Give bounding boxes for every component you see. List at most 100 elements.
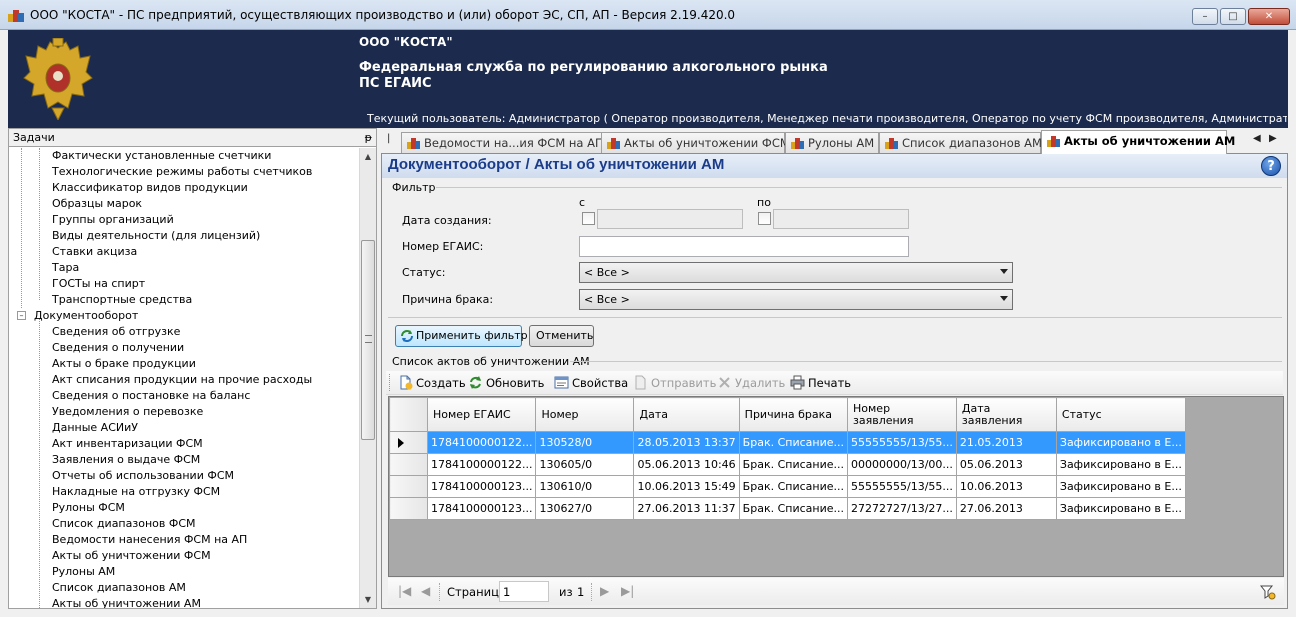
tab-prev-icon[interactable]: ◀ <box>1253 133 1261 144</box>
reason-select[interactable]: < Все > <box>579 289 1013 310</box>
table-row[interactable]: 1784100000123... 130610/0 10.06.2013 15:49… <box>389 475 1186 498</box>
refresh-button[interactable]: Обновить <box>468 375 544 391</box>
tab-next-icon[interactable]: ▶ <box>1269 133 1277 144</box>
column-header[interactable]: Дата <box>633 397 740 432</box>
date-to-checkbox[interactable] <box>758 212 771 225</box>
properties-button[interactable]: Свойства <box>554 375 628 391</box>
tree-item[interactable]: Отчеты об использовании ФСМ <box>52 468 234 484</box>
column-header[interactable]: Дата заявления <box>955 397 1057 432</box>
table-row[interactable]: 1784100000122... 130605/0 05.06.2013 10:46… <box>389 453 1186 476</box>
print-button[interactable]: Печать <box>790 375 851 391</box>
tree-item[interactable]: Группы организаций <box>52 212 174 228</box>
table-cell[interactable]: Зафиксировано в Е... <box>1055 475 1186 498</box>
column-header[interactable]: Статус <box>1055 397 1186 432</box>
tree-item[interactable]: Заявления о выдаче ФСМ <box>52 452 200 468</box>
table-cell[interactable]: 55555555/13/55... <box>847 475 957 498</box>
tree-item[interactable]: Уведомления о перевозке <box>52 404 203 420</box>
table-cell[interactable]: 55555555/13/55... <box>847 431 957 454</box>
table-cell[interactable]: 28.05.2013 13:37 <box>633 431 740 454</box>
table-cell[interactable]: Брак. Списание... <box>738 453 849 476</box>
send-button[interactable]: Отправить <box>633 375 716 391</box>
delete-button[interactable]: Удалить <box>717 375 785 391</box>
table-cell[interactable]: Зафиксировано в Е... <box>1055 431 1186 454</box>
maximize-button[interactable]: □ <box>1220 8 1246 25</box>
first-page-icon[interactable]: |◀ <box>398 584 411 598</box>
tree-item[interactable]: Список диапазонов ФСМ <box>52 516 196 532</box>
close-button[interactable]: ✕ <box>1248 8 1290 25</box>
column-header[interactable]: Причина брака <box>738 397 849 432</box>
table-cell[interactable]: 130627/0 <box>535 497 635 520</box>
column-header[interactable]: Номер ЕГАИС <box>426 397 537 432</box>
table-cell[interactable]: Зафиксировано в Е... <box>1055 453 1186 476</box>
tree-item[interactable]: Виды деятельности (для лицензий) <box>52 228 260 244</box>
pin-icon[interactable]: ᵽ <box>365 129 372 146</box>
tree-item[interactable]: Акты об уничтожении ФСМ <box>52 548 211 564</box>
row-header[interactable] <box>389 475 428 498</box>
tree-item[interactable]: Сведения о постановке на баланс <box>52 388 250 404</box>
create-button[interactable]: Создать <box>398 375 466 391</box>
table-cell[interactable]: 1784100000123... <box>426 497 537 520</box>
table-cell[interactable]: 05.06.2013 <box>955 453 1057 476</box>
tree-item[interactable]: Рулоны АМ <box>52 564 115 580</box>
tab-akty-am[interactable]: Акты об уничтожении АМ <box>1041 130 1235 154</box>
tree-item[interactable]: ГОСТы на спирт <box>52 276 145 292</box>
date-from-field[interactable] <box>597 209 743 229</box>
tree-item[interactable]: Транспортные средства <box>52 292 192 308</box>
page-number-input[interactable]: 1 <box>499 581 549 602</box>
column-header[interactable]: Номер заявления <box>847 397 957 432</box>
date-from-checkbox[interactable] <box>582 212 595 225</box>
tab-akty-fsm[interactable]: Акты об уничтожении ФСМ <box>601 132 790 153</box>
egais-number-input[interactable] <box>579 236 909 257</box>
table-cell[interactable]: Брак. Списание... <box>738 431 849 454</box>
table-cell[interactable]: 27.06.2013 <box>955 497 1057 520</box>
table-cell[interactable]: 1784100000122... <box>426 431 537 454</box>
tree-item[interactable]: Акты о браке продукции <box>52 356 196 372</box>
table-cell[interactable]: 130610/0 <box>535 475 635 498</box>
table-cell[interactable]: 130528/0 <box>535 431 635 454</box>
row-header[interactable] <box>389 497 428 520</box>
cancel-button[interactable]: Отменить <box>529 325 594 347</box>
table-cell[interactable]: 27272727/13/27... <box>847 497 957 520</box>
table-cell[interactable]: 10.06.2013 <box>955 475 1057 498</box>
tab-spisok-diapazonov-am[interactable]: Список диапазонов АМ <box>879 132 1042 153</box>
tree-item[interactable]: Акт списания продукции на прочие расходы <box>52 372 312 388</box>
prev-page-icon[interactable]: ◀ <box>421 584 430 598</box>
scroll-up-icon[interactable]: ▲ <box>360 148 376 165</box>
next-page-icon[interactable]: ▶ <box>600 584 609 598</box>
table-cell[interactable]: Брак. Списание... <box>738 475 849 498</box>
tree-item[interactable]: Фактически установленные счетчики <box>52 148 271 164</box>
date-to-field[interactable] <box>773 209 909 229</box>
table-cell[interactable]: 00000000/13/00... <box>847 453 957 476</box>
tree-item[interactable]: Технологические режимы работы счетчиков <box>52 164 312 180</box>
tree-item[interactable]: Акт инвентаризации ФСМ <box>52 436 203 452</box>
table-row[interactable]: 1784100000122... 130528/0 28.05.2013 13:37… <box>389 431 1186 454</box>
tree-item[interactable]: Рулоны ФСМ <box>52 500 125 516</box>
tree-group-documents[interactable]: Документооборот <box>34 308 138 324</box>
minimize-button[interactable]: – <box>1192 8 1218 25</box>
tree-item[interactable]: Сведения о получении <box>52 340 184 356</box>
tree-item[interactable]: Сведения об отгрузке <box>52 324 180 340</box>
status-select[interactable]: < Все > <box>579 262 1013 283</box>
table-cell[interactable]: 1784100000122... <box>426 453 537 476</box>
table-cell[interactable]: 21.05.2013 <box>955 431 1057 454</box>
column-header[interactable]: Номер <box>535 397 635 432</box>
table-cell[interactable]: Зафиксировано в Е... <box>1055 497 1186 520</box>
filter-settings-icon[interactable] <box>1260 584 1276 600</box>
tree-collapse-icon[interactable]: – <box>17 311 26 320</box>
table-cell[interactable]: Брак. Списание... <box>738 497 849 520</box>
tree-scrollbar[interactable]: ▲ ▼ <box>359 148 376 608</box>
tree-item[interactable]: Накладные на отгрузку ФСМ <box>52 484 220 500</box>
row-header[interactable] <box>389 453 428 476</box>
tree-item[interactable]: Данные АСИиУ <box>52 420 138 436</box>
table-cell[interactable]: 130605/0 <box>535 453 635 476</box>
scroll-down-icon[interactable]: ▼ <box>360 591 376 608</box>
tree-item[interactable]: Список диапазонов АМ <box>52 580 186 596</box>
tree-item[interactable]: Классификатор видов продукции <box>52 180 248 196</box>
tree-item[interactable]: Тара <box>52 260 79 276</box>
help-icon[interactable]: ? <box>1261 156 1281 176</box>
tab-rulony-am[interactable]: Рулоны АМ <box>785 132 879 153</box>
scroll-thumb[interactable] <box>361 240 375 440</box>
table-cell[interactable]: 1784100000123... <box>426 475 537 498</box>
table-cell[interactable]: 05.06.2013 10:46 <box>633 453 740 476</box>
tab-vedomosti[interactable]: Ведомости на...ия ФСМ на АП <box>401 132 620 153</box>
